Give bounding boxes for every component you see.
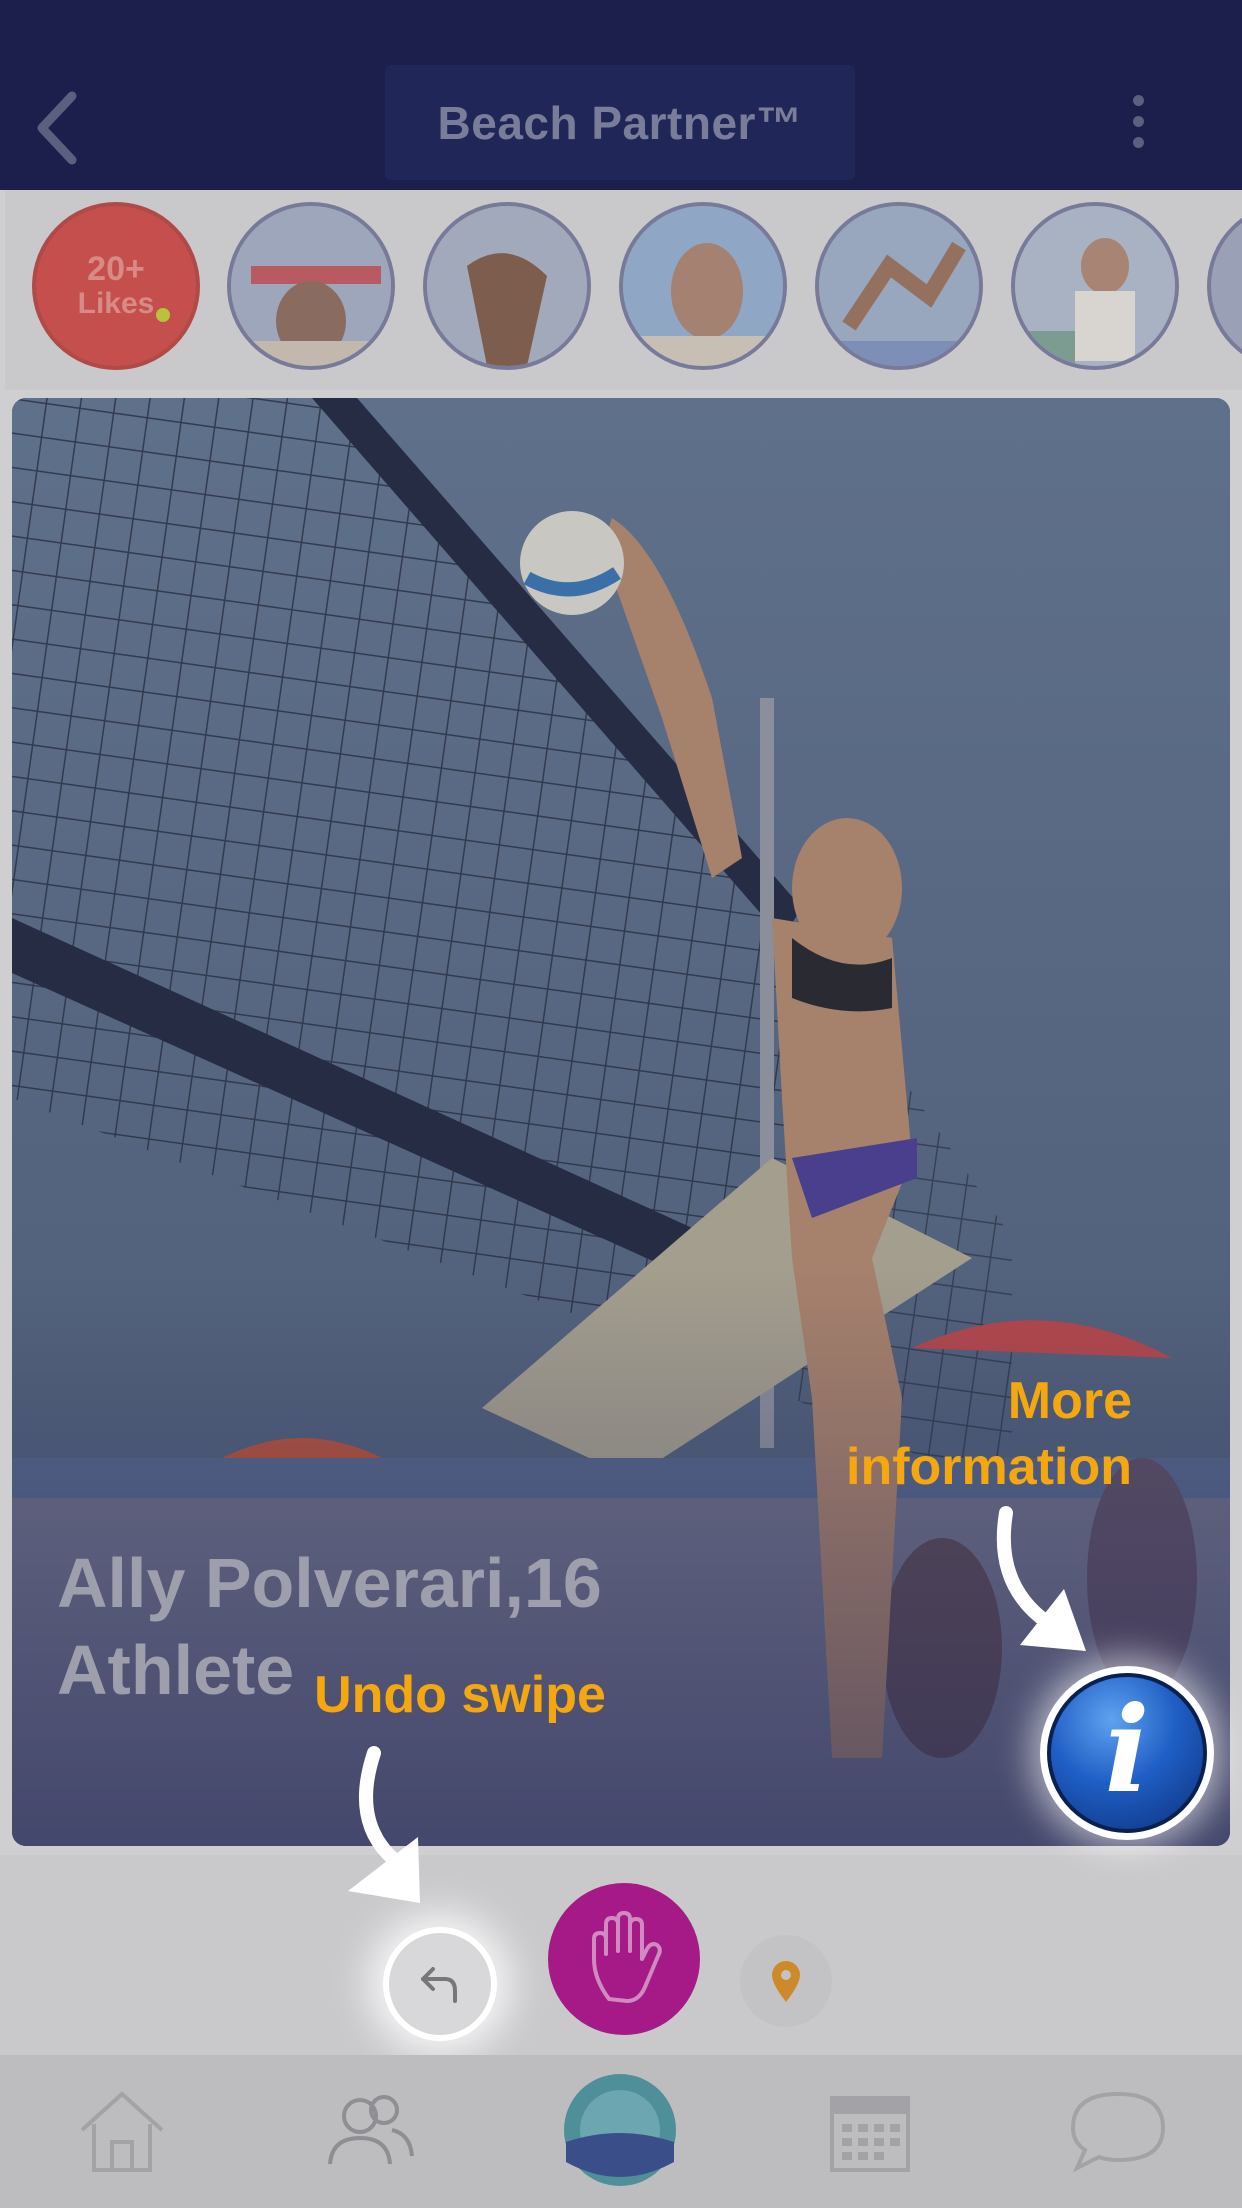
calendar-icon xyxy=(830,2096,910,2172)
profile-name-age: Ally Polverari,16 xyxy=(57,1544,602,1622)
chat-icon xyxy=(1070,2091,1166,2173)
app-header: Beach Partner™ xyxy=(0,0,1242,190)
stories-row: 20+ Likes xyxy=(5,190,1242,390)
title-container: Beach Partner™ xyxy=(385,65,855,180)
beach-partner-logo-icon xyxy=(564,2074,676,2186)
more-information-hint-line1: More xyxy=(1007,1372,1132,1430)
profile-story-1[interactable] xyxy=(227,202,395,370)
people-icon xyxy=(328,2095,414,2165)
hand-icon xyxy=(592,1911,662,2003)
tab-calendar[interactable] xyxy=(810,2065,930,2195)
story-avatar-image xyxy=(623,206,783,366)
undo-swipe-hint: Undo swipe xyxy=(314,1666,606,1724)
story-avatar-image xyxy=(819,206,979,366)
location-button[interactable] xyxy=(740,1935,832,2027)
profile-story-3[interactable] xyxy=(619,202,787,370)
action-bar xyxy=(0,1855,1242,2055)
likes-count: 20+ xyxy=(87,250,145,288)
tab-people[interactable] xyxy=(310,2065,430,2195)
profile-story-5[interactable] xyxy=(1011,202,1179,370)
undo-swipe-button[interactable] xyxy=(383,1927,497,2041)
more-information-hint-line2: information xyxy=(846,1438,1132,1496)
tab-chat[interactable] xyxy=(1058,2065,1178,2195)
more-information-button[interactable]: i xyxy=(1040,1666,1214,1840)
profile-role: Athlete xyxy=(57,1631,295,1709)
more-information-hint: More information xyxy=(770,1368,1132,1500)
more-menu-button[interactable] xyxy=(1120,95,1156,157)
location-pin-icon xyxy=(772,1961,800,2002)
bottom-tab-bar xyxy=(0,2055,1242,2208)
likes-label: Likes xyxy=(77,287,155,320)
undo-icon xyxy=(421,1967,457,2003)
story-avatar-image xyxy=(231,206,391,366)
likes-story[interactable]: 20+ Likes xyxy=(32,202,200,370)
profile-story-2[interactable] xyxy=(423,202,591,370)
story-avatar-image xyxy=(1015,206,1175,366)
story-avatar-image xyxy=(427,206,587,366)
home-icon xyxy=(80,2091,164,2172)
new-indicator-dot xyxy=(156,308,170,322)
arrow-to-undo-icon xyxy=(348,1746,420,1903)
profile-story-6[interactable] xyxy=(1207,202,1242,370)
chevron-left-icon xyxy=(37,91,77,165)
back-button[interactable] xyxy=(30,88,90,168)
info-icon: i xyxy=(1047,1673,1207,1833)
tab-home[interactable] xyxy=(62,2065,182,2195)
app-title: Beach Partner™ xyxy=(437,96,803,149)
more-vertical-icon xyxy=(1120,95,1156,148)
arrow-to-info-icon xyxy=(996,1506,1086,1651)
tab-home-logo[interactable] xyxy=(560,2065,680,2195)
profile-story-4[interactable] xyxy=(815,202,983,370)
high-five-button[interactable] xyxy=(548,1883,700,2035)
